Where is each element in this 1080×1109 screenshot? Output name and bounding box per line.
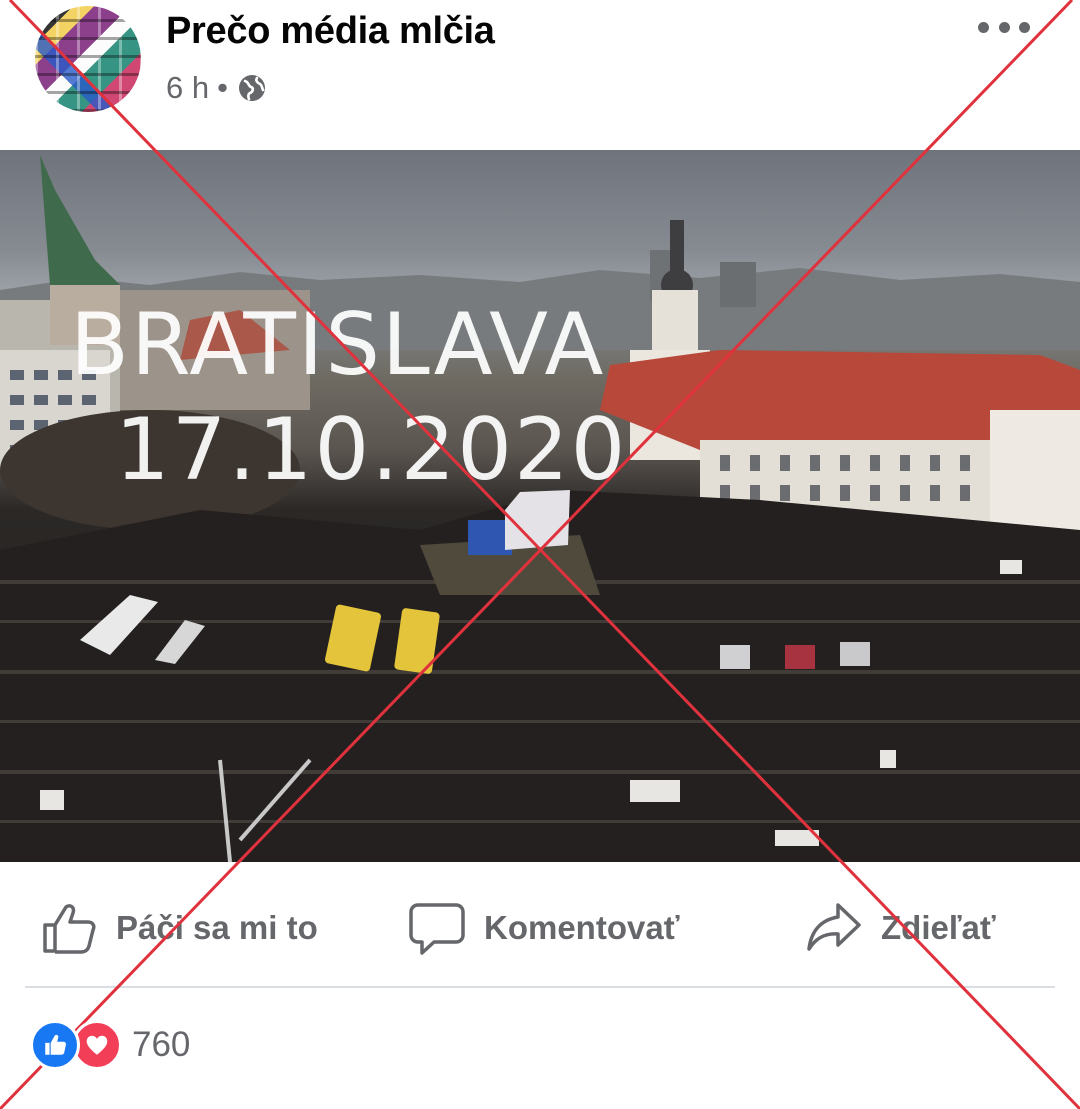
share-label: Zdieľať (881, 909, 996, 946)
like-icon (30, 1020, 80, 1070)
post-time[interactable]: 6 h (166, 70, 209, 106)
comment-button[interactable]: Komentovať (408, 898, 680, 958)
crowd-photo (0, 155, 1080, 862)
page-name[interactable]: Prečo média mlčia (166, 10, 495, 53)
comment-label: Komentovať (484, 909, 680, 946)
action-divider (25, 986, 1055, 988)
comment-icon (409, 903, 465, 955)
reaction-count: 760 (132, 1025, 191, 1064)
globe-icon (236, 72, 268, 104)
post-meta: 6 h • (166, 70, 268, 106)
meta-separator: • (217, 70, 228, 105)
thumbs-up-icon (43, 904, 96, 954)
post-image[interactable]: BRATISLAVA 17.10.2020 (0, 150, 1080, 862)
overlay-city-text: BRATISLAVA (70, 295, 606, 395)
like-label: Páči sa mi to (116, 909, 318, 946)
share-arrow-icon (807, 903, 861, 951)
post-header: Prečo média mlčia 6 h • (0, 0, 1080, 140)
page-avatar[interactable] (35, 6, 141, 112)
like-button[interactable]: Páči sa mi to (40, 898, 318, 958)
more-horizontal-icon[interactable] (978, 10, 1030, 44)
reactions-summary[interactable]: 760 (30, 1020, 190, 1070)
overlay-date-text: 17.10.2020 (115, 400, 628, 500)
share-button[interactable]: Zdieľať (805, 898, 996, 958)
post-action-bar: Páči sa mi to Komentovať Zdieľať (0, 870, 1080, 985)
